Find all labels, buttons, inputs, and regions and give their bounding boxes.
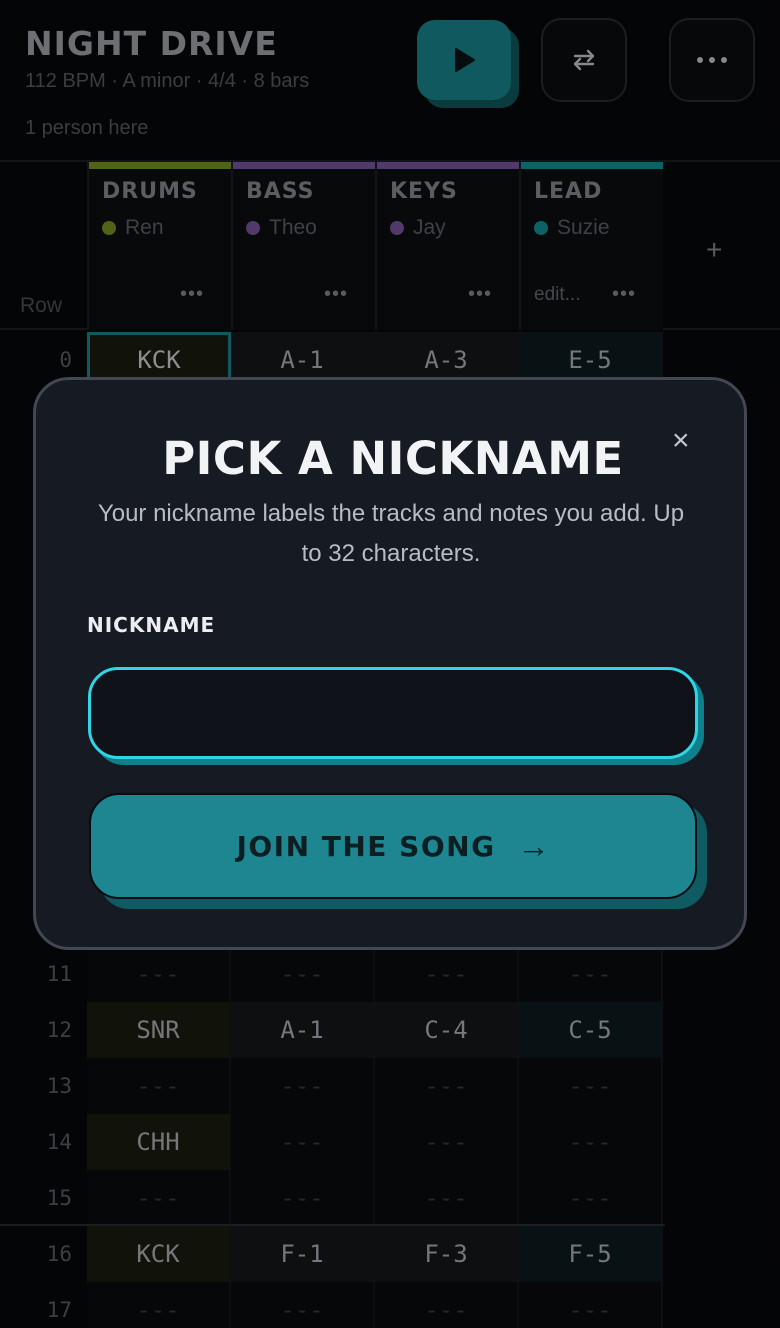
nickname-dialog: PICK A NICKNAME × Your nickname labels t… (33, 377, 747, 950)
arrow-right-icon: → (517, 827, 550, 864)
dialog-description: Your nickname labels the tracks and note… (97, 500, 685, 567)
join-song-button[interactable]: JOIN THE SONG → (89, 793, 697, 899)
dialog-title: PICK A NICKNAME (162, 432, 624, 485)
nickname-input[interactable] (88, 667, 698, 759)
join-song-label: JOIN THE SONG (236, 829, 496, 863)
close-icon[interactable]: × (672, 424, 690, 458)
nickname-label: NICKNAME (87, 613, 216, 637)
